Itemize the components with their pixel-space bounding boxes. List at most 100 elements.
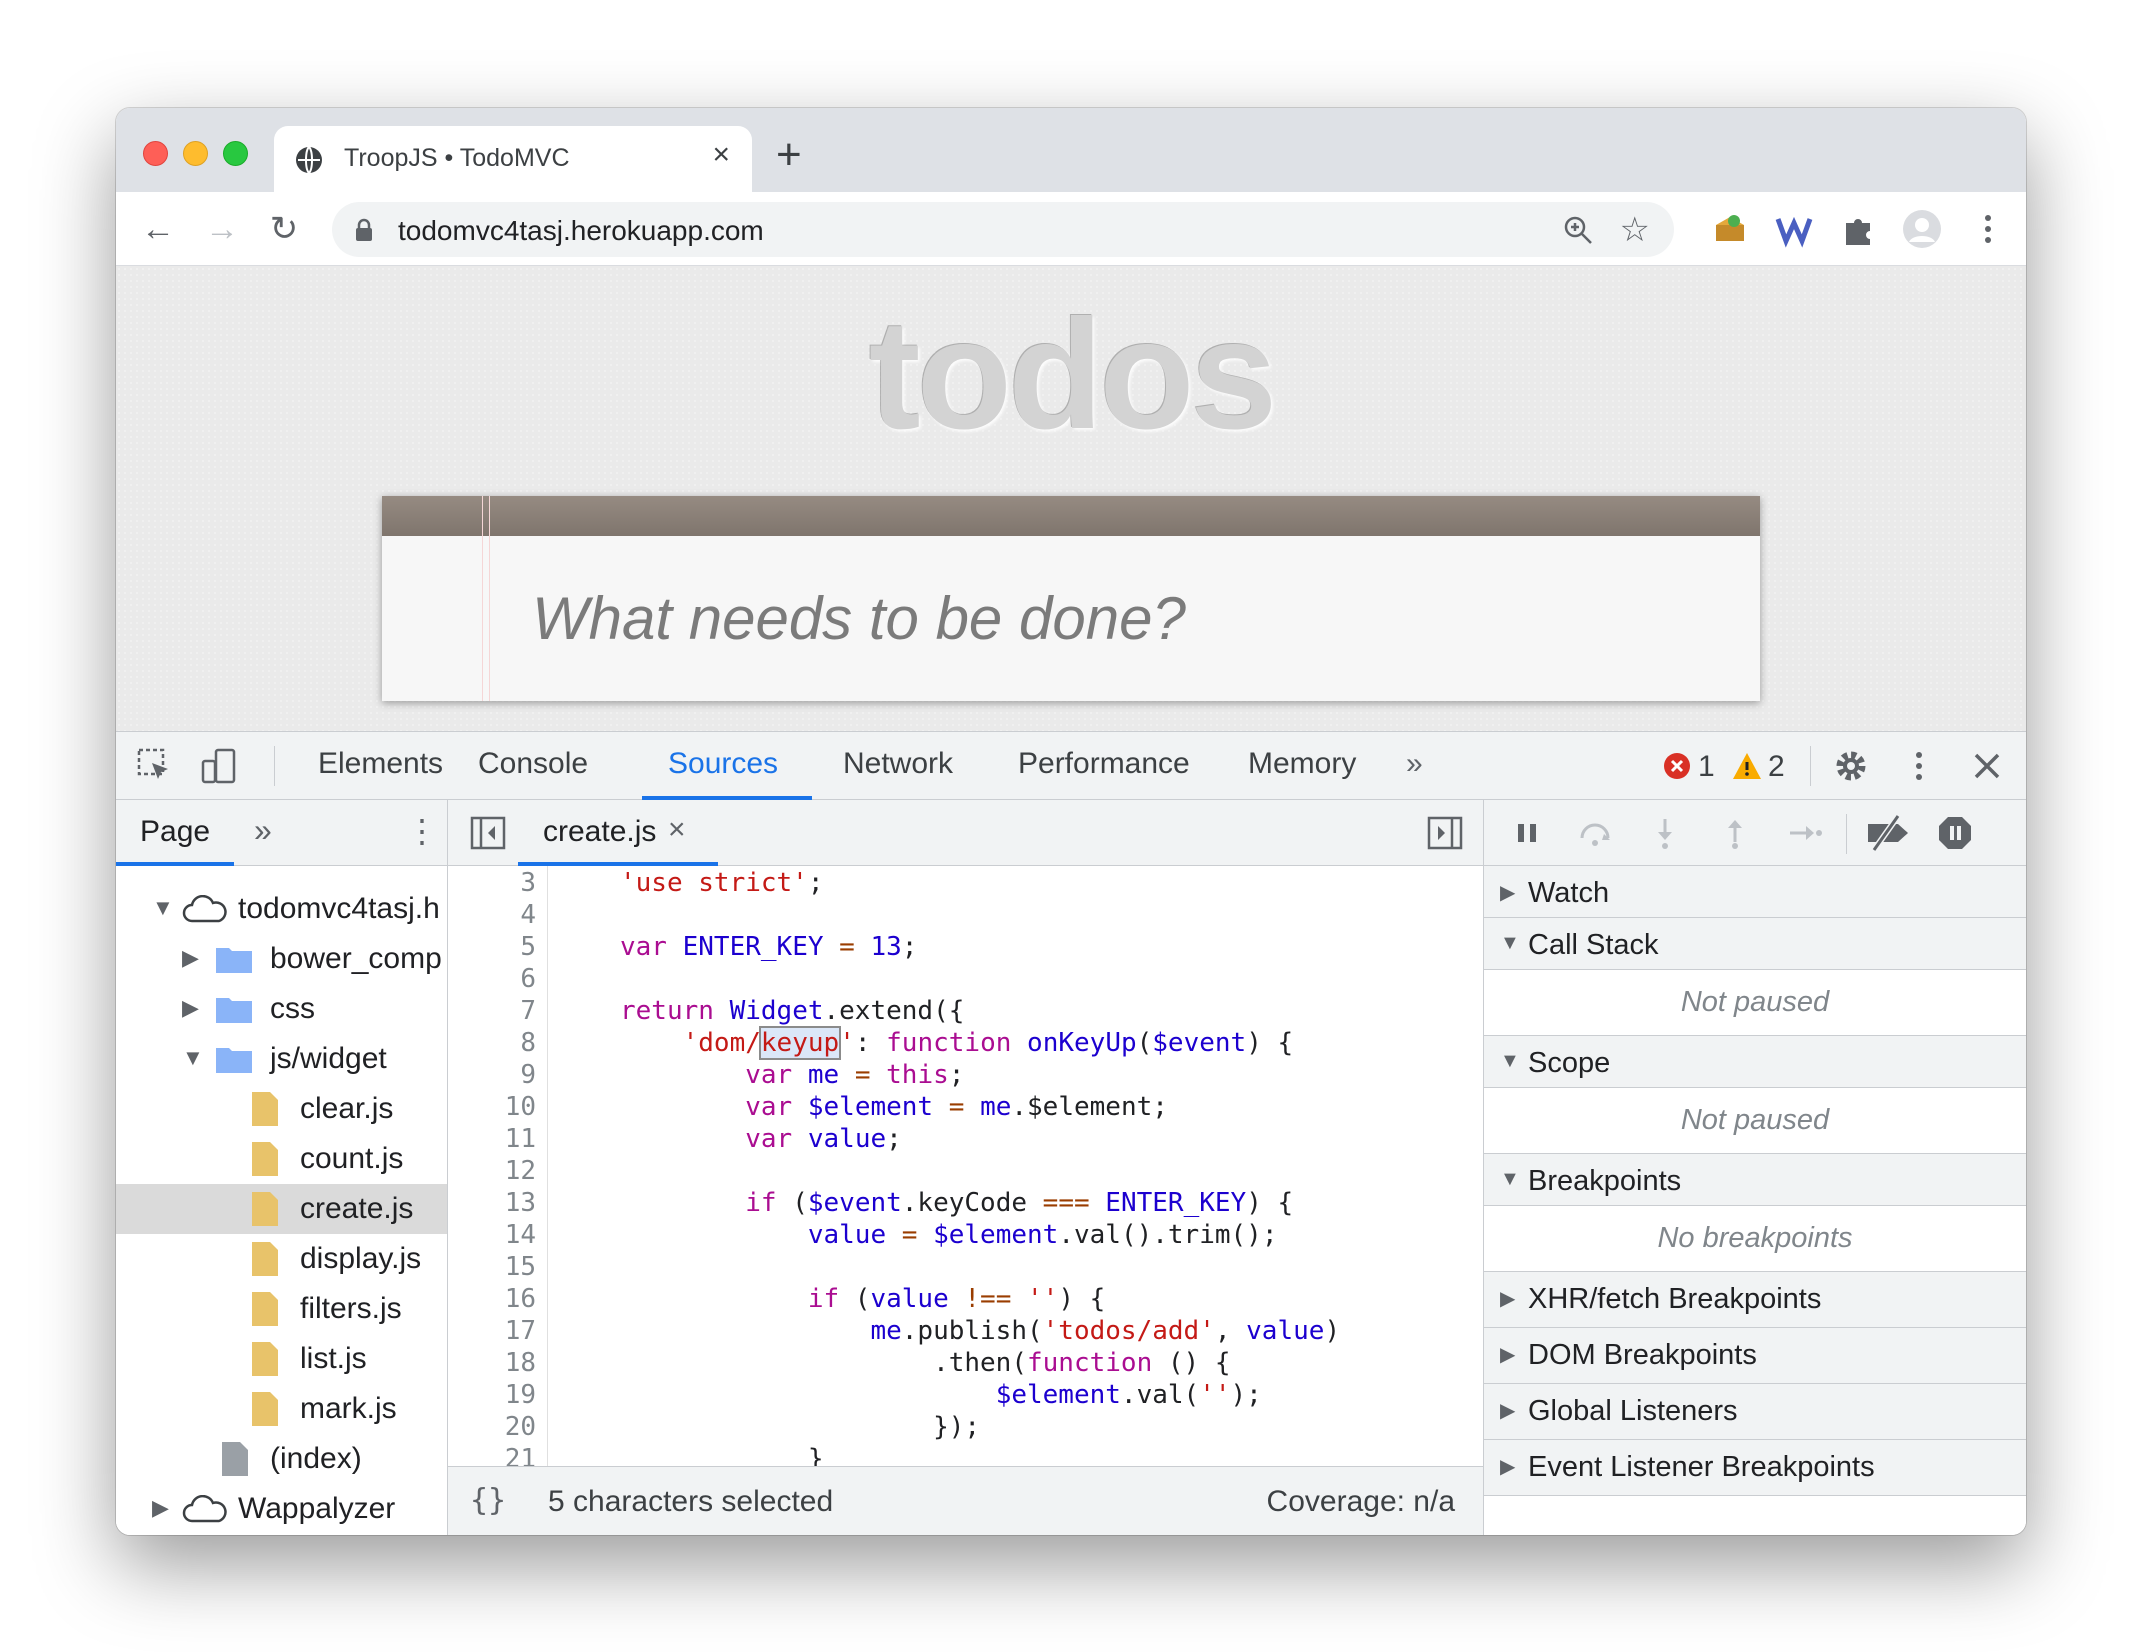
pane-dom-breakpoints[interactable]: ▶ DOM Breakpoints [1484, 1328, 2026, 1384]
tab-page[interactable]: Page [140, 815, 210, 849]
navigator-more-tabs-button[interactable]: » [254, 812, 272, 849]
tree-item-folder[interactable]: ▶ bower_comp [116, 934, 447, 984]
code-line[interactable]: 'use strict'; [620, 868, 824, 898]
tree-item-file[interactable]: list.js [116, 1334, 447, 1384]
code-line[interactable]: return Widget.extend({ [620, 996, 964, 1026]
minimize-window-button[interactable] [183, 141, 208, 166]
pause-on-exceptions-icon[interactable] [1936, 814, 1974, 852]
code-line[interactable]: }); [620, 1412, 980, 1442]
extensions-puzzle-icon[interactable] [1838, 209, 1878, 249]
code-line[interactable]: value = $element.val().trim(); [620, 1220, 1278, 1250]
tree-item-file[interactable]: display.js [116, 1234, 447, 1284]
pane-global-listeners[interactable]: ▶ Global Listeners [1484, 1384, 2026, 1440]
warning-count[interactable]: 2 [1768, 750, 1785, 784]
pane-scope[interactable]: ▼ Scope [1484, 1036, 2026, 1088]
toggle-debugger-icon[interactable] [1427, 816, 1463, 850]
expand-arrow-icon[interactable]: ▶ [182, 995, 199, 1021]
tree-item-file[interactable]: filters.js [116, 1284, 447, 1334]
line-number[interactable]: 12 [448, 1156, 536, 1186]
line-number[interactable]: 8 [448, 1028, 536, 1058]
expand-arrow-icon[interactable]: ▶ [182, 945, 199, 971]
address-bar[interactable]: todomvc4tasj.herokuapp.com ☆ [332, 202, 1674, 257]
line-number[interactable]: 7 [448, 996, 536, 1026]
reload-button[interactable]: ↻ [266, 212, 302, 248]
line-number[interactable]: 16 [448, 1284, 536, 1314]
tree-item-folder[interactable]: ▼ js/widget [116, 1034, 447, 1084]
step-out-icon[interactable] [1716, 814, 1754, 852]
tab-console[interactable]: Console [478, 747, 588, 781]
code-line[interactable]: if ($event.keyCode === ENTER_KEY) { [620, 1188, 1293, 1218]
expanded-arrow-icon[interactable]: ▼ [1500, 1168, 1520, 1191]
line-number[interactable]: 3 [448, 868, 536, 898]
code-line[interactable]: var me = this; [620, 1060, 964, 1090]
line-number[interactable]: 6 [448, 964, 536, 994]
more-tabs-button[interactable]: » [1406, 747, 1423, 781]
code-line[interactable]: if (value !== '') { [620, 1284, 1105, 1314]
step-into-icon[interactable] [1646, 814, 1684, 852]
close-tab-icon[interactable]: × [712, 138, 730, 172]
close-file-tab-icon[interactable]: × [668, 813, 686, 847]
inspect-element-icon[interactable] [136, 747, 174, 785]
tab-memory[interactable]: Memory [1248, 747, 1356, 781]
tree-item-folder[interactable]: ▶ css [116, 984, 447, 1034]
collapsed-arrow-icon[interactable]: ▶ [1500, 1342, 1515, 1367]
coverage-status[interactable]: Coverage: n/a [1267, 1485, 1455, 1519]
zoom-icon[interactable] [1562, 214, 1594, 246]
collapsed-arrow-icon[interactable]: ▶ [1500, 1454, 1515, 1479]
code-line[interactable]: var $element = me.$element; [620, 1092, 1168, 1122]
tree-item-file[interactable]: clear.js [116, 1084, 447, 1134]
code-line[interactable]: 'dom/keyup': function onKeyUp($event) { [620, 1026, 1293, 1060]
new-todo-input[interactable]: What needs to be done? [532, 584, 1186, 653]
line-number[interactable]: 17 [448, 1316, 536, 1346]
extension-box-icon[interactable] [1710, 209, 1750, 249]
line-number[interactable]: 13 [448, 1188, 536, 1218]
device-toolbar-icon[interactable] [200, 747, 238, 785]
error-icon[interactable] [1662, 751, 1692, 781]
profile-avatar-icon[interactable] [1902, 209, 1942, 249]
pane-breakpoints[interactable]: ▼ Breakpoints [1484, 1154, 2026, 1206]
tab-elements[interactable]: Elements [318, 747, 443, 781]
step-icon[interactable] [1786, 814, 1824, 852]
bookmark-star-icon[interactable]: ☆ [1620, 210, 1650, 250]
navigator-menu-icon[interactable]: ⋮ [406, 812, 438, 850]
line-number[interactable]: 19 [448, 1380, 536, 1410]
code-line[interactable]: var value; [620, 1124, 902, 1154]
tree-item-extension[interactable]: ▶ Wappalyzer [116, 1484, 447, 1534]
tree-item-file-selected[interactable]: create.js [116, 1184, 447, 1234]
pretty-print-button[interactable]: {} [470, 1483, 506, 1518]
collapsed-arrow-icon[interactable]: ▶ [1500, 1286, 1515, 1311]
close-devtools-icon[interactable] [1968, 747, 2006, 785]
extension-wappalyzer-icon[interactable] [1774, 209, 1814, 249]
code-line[interactable]: var ENTER_KEY = 13; [620, 932, 917, 962]
code-line[interactable]: } [620, 1444, 824, 1466]
maximize-window-button[interactable] [223, 141, 248, 166]
new-tab-button[interactable]: + [776, 130, 802, 180]
pane-call-stack[interactable]: ▼ Call Stack [1484, 918, 2026, 970]
line-number-gutter[interactable]: 3 4 5 6 7 8 9 10 11 12 13 14 15 16 17 18 [448, 866, 548, 1466]
line-number[interactable]: 15 [448, 1252, 536, 1282]
forward-button[interactable]: → [204, 212, 240, 248]
line-number[interactable]: 20 [448, 1412, 536, 1442]
pane-xhr-breakpoints[interactable]: ▶ XHR/fetch Breakpoints [1484, 1272, 2026, 1328]
tree-item-origin[interactable]: ▼ todomvc4tasj.h [116, 884, 447, 934]
line-number[interactable]: 11 [448, 1124, 536, 1154]
line-number[interactable]: 21 [448, 1444, 536, 1466]
tree-item-file[interactable]: count.js [116, 1134, 447, 1184]
expand-arrow-icon[interactable]: ▼ [152, 895, 174, 921]
tab-sources[interactable]: Sources [668, 747, 778, 781]
devtools-menu-icon[interactable] [1900, 747, 1938, 785]
deactivate-breakpoints-icon[interactable] [1864, 814, 1912, 852]
tree-item-file[interactable]: mark.js [116, 1384, 447, 1434]
line-number[interactable]: 5 [448, 932, 536, 962]
code-line[interactable]: .then(function () { [620, 1348, 1230, 1378]
close-window-button[interactable] [143, 141, 168, 166]
expand-arrow-icon[interactable]: ▼ [182, 1045, 204, 1071]
error-count[interactable]: 1 [1698, 750, 1715, 784]
back-button[interactable]: ← [140, 212, 176, 248]
collapsed-arrow-icon[interactable]: ▶ [1500, 1398, 1515, 1423]
expanded-arrow-icon[interactable]: ▼ [1500, 932, 1520, 955]
pane-watch[interactable]: ▶ Watch [1484, 866, 2026, 918]
code-line[interactable]: me.publish('todos/add', value) [620, 1316, 1340, 1346]
code-view[interactable]: 3 4 5 6 7 8 9 10 11 12 13 14 15 16 17 18 [448, 866, 1483, 1466]
line-number[interactable]: 9 [448, 1060, 536, 1090]
